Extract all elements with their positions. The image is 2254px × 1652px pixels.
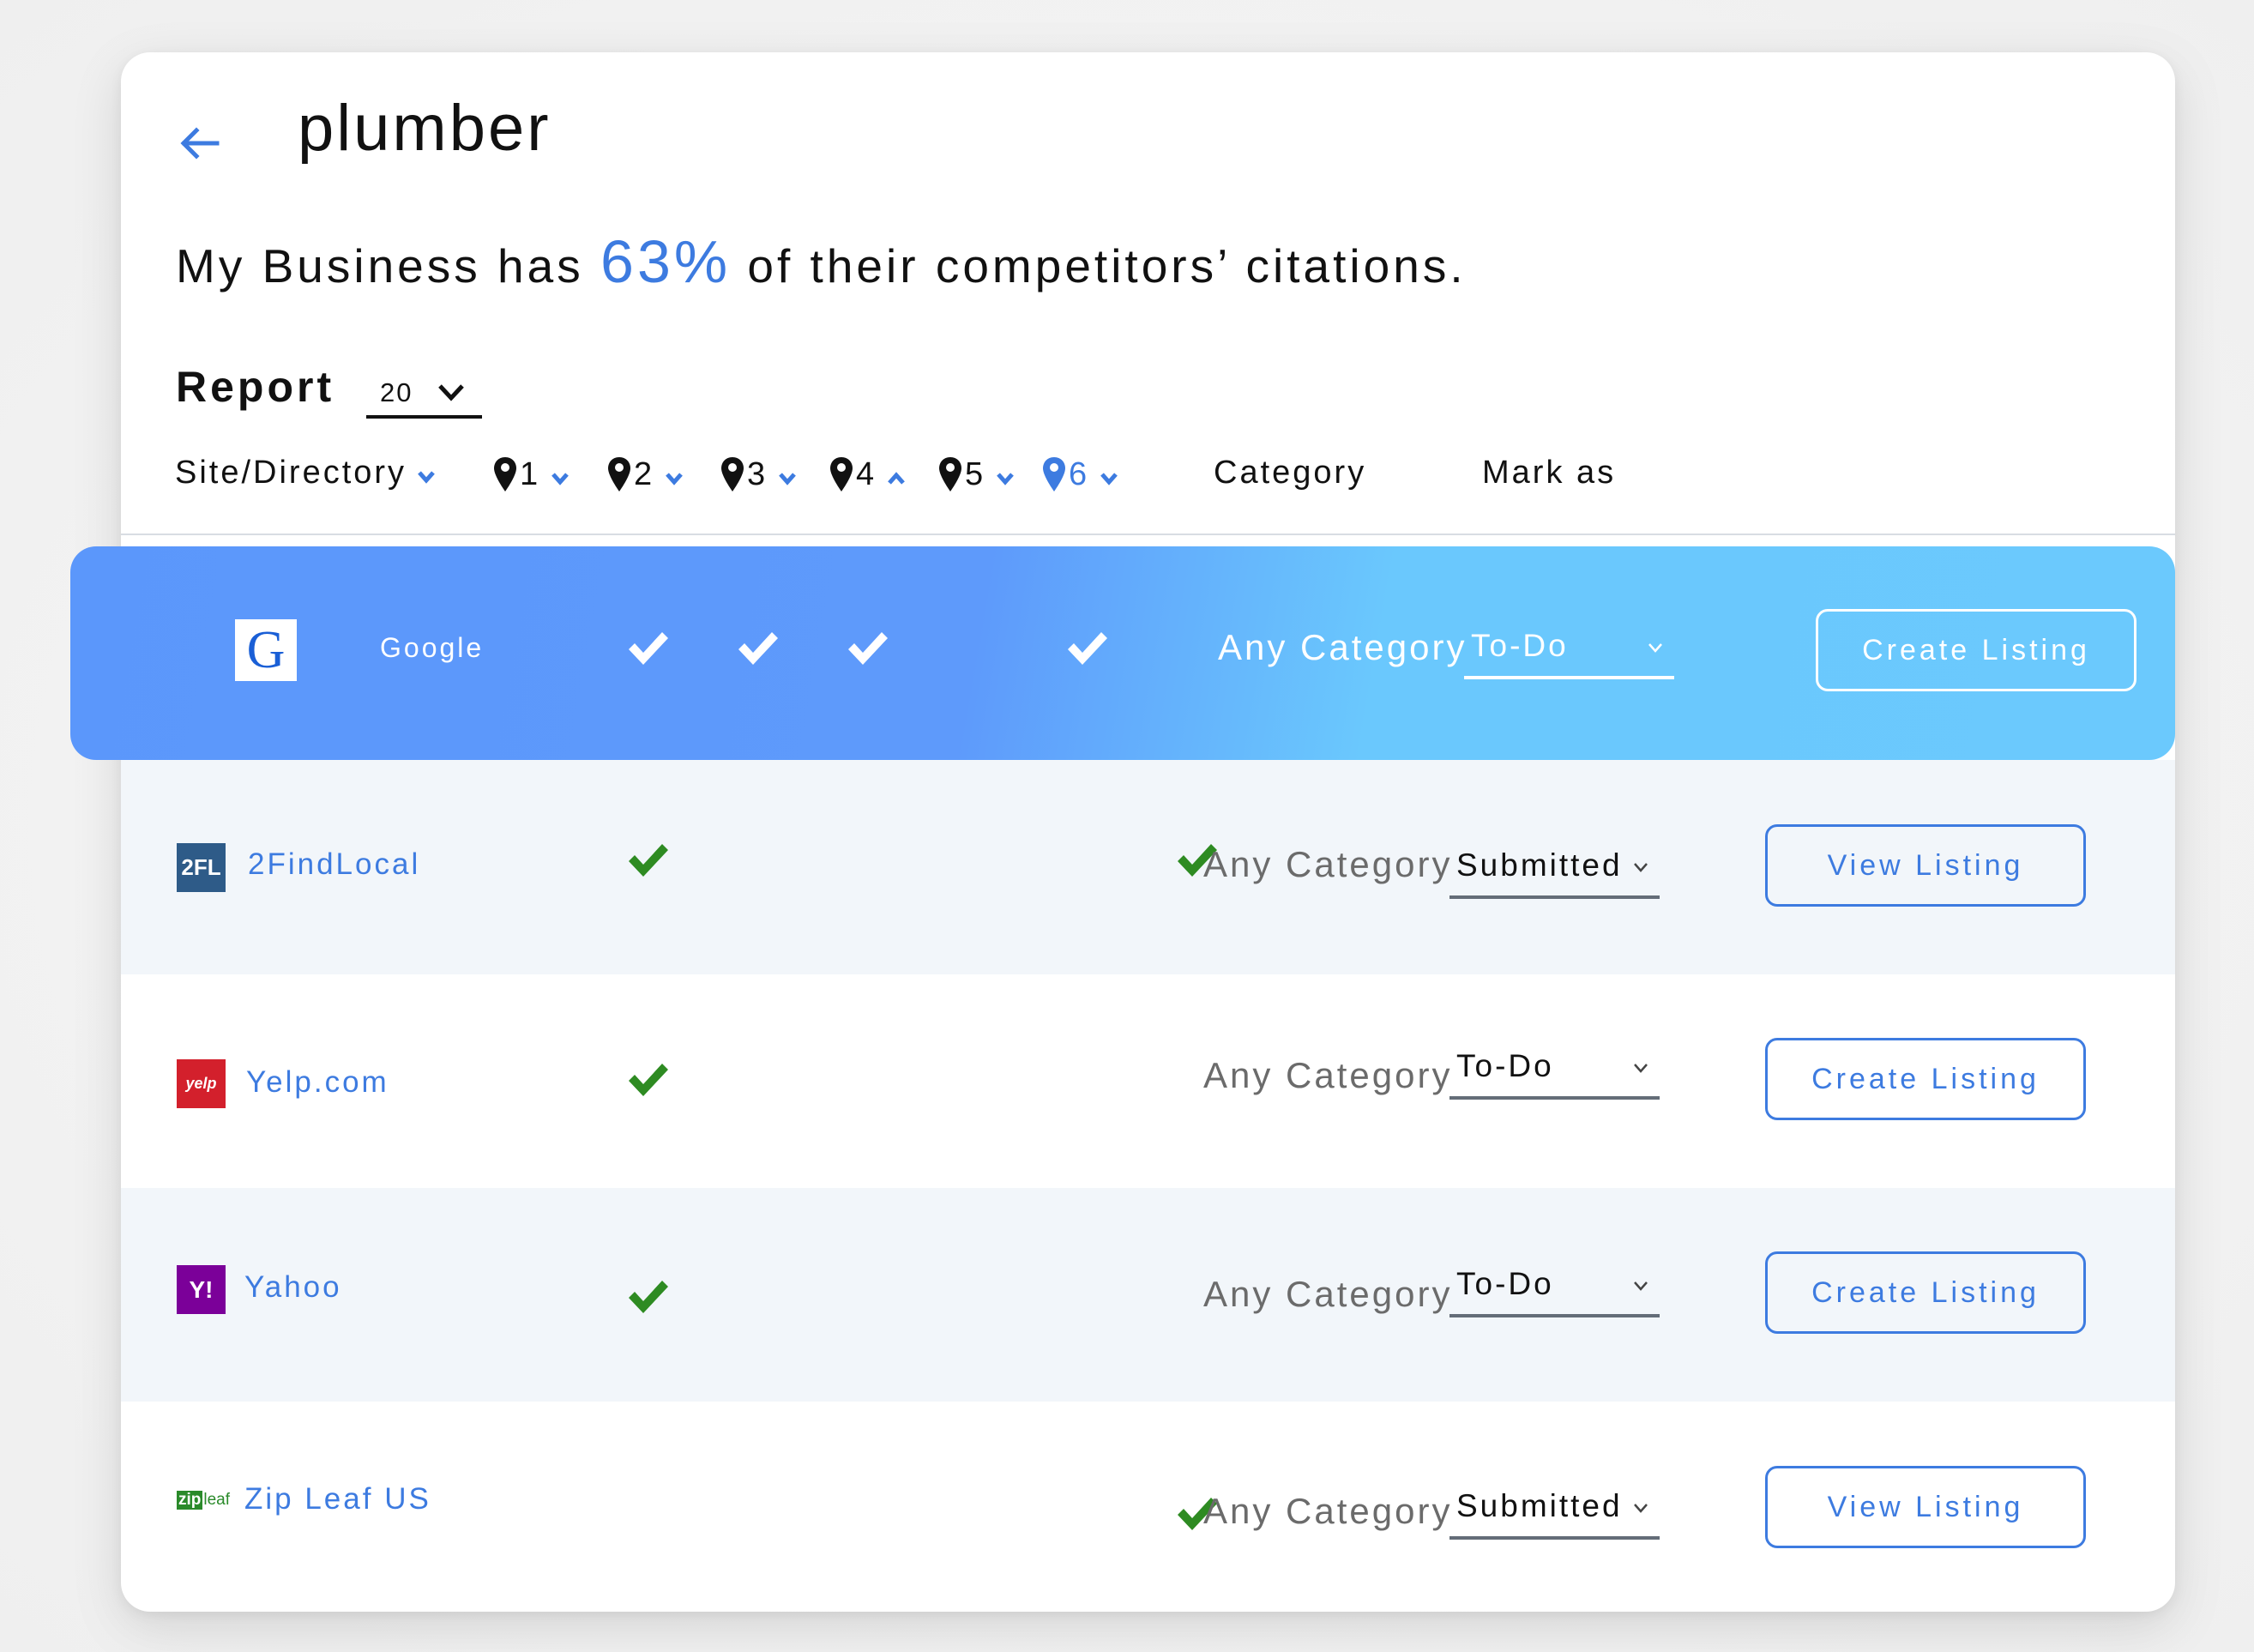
column-site-label: Site/Directory — [175, 455, 407, 491]
column-competitor-4[interactable]: 4 — [829, 456, 906, 492]
column-competitor-1[interactable]: 1 — [492, 456, 570, 492]
map-pin-icon — [939, 457, 961, 491]
category-value: Any Category — [1218, 627, 1468, 667]
competitor-number: 5 — [965, 456, 986, 492]
chevron-down-icon — [997, 473, 1015, 485]
yahoo-logo: Y! — [177, 1265, 226, 1314]
mark-as-value: Submitted — [1456, 1488, 1623, 1523]
chevron-down-icon — [1634, 1064, 1648, 1073]
chevron-down-icon — [1634, 1504, 1648, 1513]
create-listing-button[interactable]: Create Listing — [1765, 1038, 2086, 1120]
citation-percent: 63% — [600, 228, 732, 295]
mark-as-select[interactable]: Submitted — [1449, 841, 1660, 899]
column-mark-as-label: Mark as — [1482, 455, 1617, 491]
chevron-down-icon — [1634, 1281, 1648, 1291]
2findlocal-logo: 2FL — [177, 843, 226, 892]
zipleaf-logo: zip leaf — [177, 1491, 231, 1510]
chevron-down-icon — [1648, 643, 1662, 653]
site-name[interactable]: Yelp.com — [246, 1065, 389, 1100]
report-count-select[interactable]: 20 — [366, 369, 482, 419]
summary-suffix: of their competitors’ citations. — [731, 239, 1467, 292]
competitor-number: 1 — [520, 456, 541, 492]
site-name[interactable]: 2FindLocal — [248, 847, 420, 882]
chevron-down-icon — [1634, 863, 1648, 872]
table-row[interactable]: Y! Yahoo Any Category To-Do Create Listing — [121, 1188, 2175, 1402]
page-title: plumber — [298, 92, 551, 165]
column-category: Category — [1214, 456, 1366, 489]
competitor-number: 2 — [634, 456, 655, 492]
competitor-number: 3 — [747, 456, 768, 492]
mark-as-select[interactable]: To-Do — [1449, 1041, 1660, 1100]
header-divider — [121, 534, 2175, 535]
report-count-value: 20 — [380, 377, 413, 407]
category-value: Any Category — [1203, 1491, 1453, 1531]
chevron-down-icon — [551, 473, 570, 485]
check-icon — [848, 632, 888, 665]
column-mark-as: Mark as — [1482, 456, 1616, 489]
competitor-number: 6 — [1069, 456, 1090, 492]
column-competitor-2[interactable]: 2 — [606, 456, 684, 492]
check-icon — [738, 632, 778, 665]
category-value: Any Category — [1203, 1274, 1453, 1314]
view-listing-button[interactable]: View Listing — [1765, 1466, 2086, 1548]
mark-as-select[interactable]: To-Do — [1449, 1259, 1660, 1317]
create-listing-button[interactable]: Create Listing — [1816, 609, 2136, 691]
create-listing-button[interactable]: Create Listing — [1765, 1251, 2086, 1334]
column-competitor-5[interactable]: 5 — [937, 456, 1015, 492]
citation-summary: My Business has 63% of their competitors… — [176, 232, 1467, 292]
check-icon — [629, 1064, 668, 1096]
competitor-number: 4 — [856, 456, 877, 492]
mark-as-select[interactable]: To-Do — [1464, 621, 1674, 679]
arrow-left-icon[interactable] — [176, 120, 222, 166]
mark-as-value: To-Do — [1456, 1266, 1554, 1301]
check-icon — [1068, 632, 1107, 665]
chevron-down-icon — [666, 473, 684, 485]
map-pin-icon — [494, 457, 516, 491]
category-value: Any Category — [1203, 844, 1453, 884]
google-logo: G — [235, 619, 297, 681]
chevron-down-icon — [779, 473, 797, 485]
mark-as-value: To-Do — [1456, 1048, 1554, 1083]
map-pin-icon — [721, 457, 744, 491]
table-row[interactable]: G Google Any Category To-Do Create Listing — [70, 546, 2175, 760]
map-pin-icon — [608, 457, 630, 491]
check-icon — [629, 844, 668, 877]
map-pin-icon — [830, 457, 853, 491]
column-competitor-6[interactable]: 6 — [1041, 456, 1118, 492]
site-name[interactable]: Google — [380, 632, 484, 664]
table-row[interactable]: yelp Yelp.com Any Category To-Do Create List… — [121, 974, 2175, 1188]
column-competitor-3[interactable]: 3 — [720, 456, 797, 492]
category-value: Any Category — [1203, 1055, 1453, 1095]
check-icon — [629, 1281, 668, 1313]
map-pin-icon — [1043, 457, 1065, 491]
site-name[interactable]: Yahoo — [244, 1270, 342, 1305]
mark-as-value: Submitted — [1456, 847, 1623, 883]
yelp-logo: yelp — [177, 1059, 226, 1108]
summary-prefix: My Business has — [176, 239, 601, 292]
column-category-label: Category — [1214, 455, 1367, 491]
check-icon — [629, 632, 668, 665]
chevron-down-icon — [418, 471, 435, 484]
site-name[interactable]: Zip Leaf US — [244, 1482, 431, 1516]
chevron-down-icon — [1100, 473, 1118, 485]
mark-as-select[interactable]: Submitted — [1449, 1481, 1660, 1540]
view-listing-button[interactable]: View Listing — [1765, 824, 2086, 907]
report-label: Report — [176, 363, 335, 411]
table-row[interactable]: zip leaf Zip Leaf US Any Category Submitted V… — [121, 1402, 2175, 1612]
column-site-directory[interactable]: Site/Directory — [175, 456, 436, 489]
chevron-down-icon — [438, 384, 464, 401]
mark-as-value: To-Do — [1471, 628, 1569, 663]
chevron-up-icon — [888, 472, 906, 485]
table-row[interactable]: 2FL 2FindLocal Any Category Submitted View L… — [121, 760, 2175, 974]
